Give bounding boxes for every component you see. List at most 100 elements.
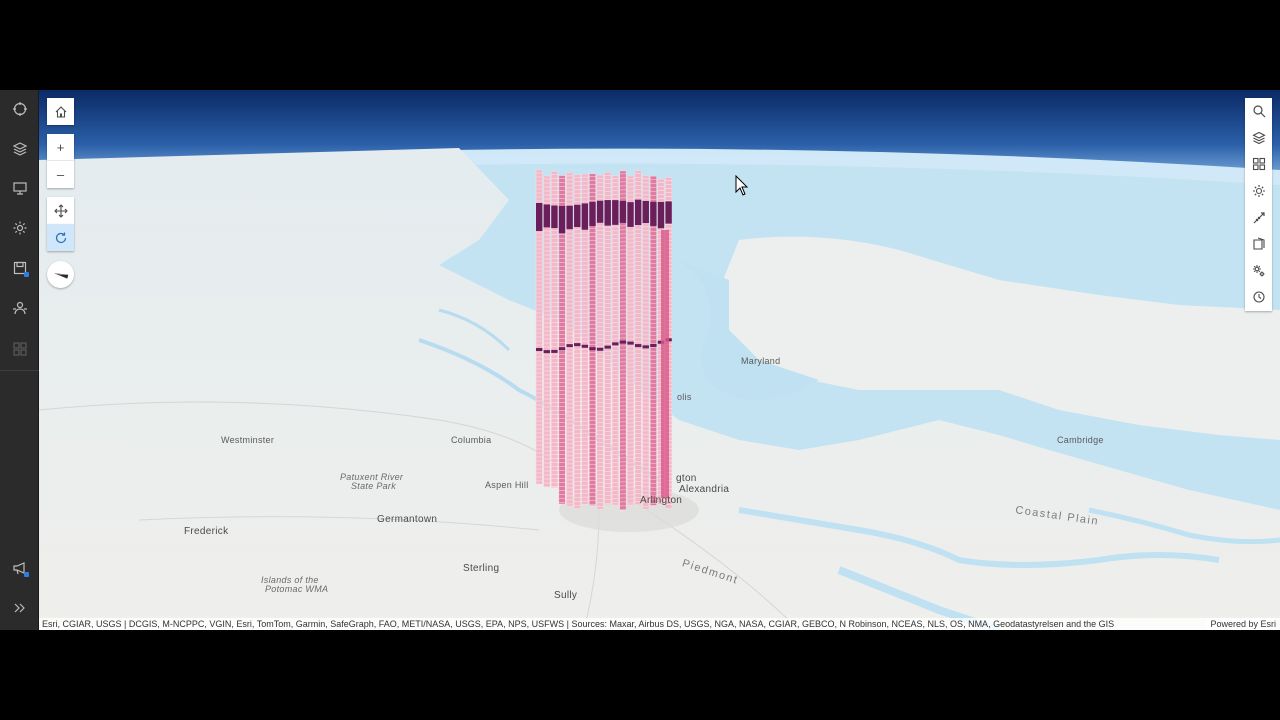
place-label: Cambridge <box>1057 435 1104 445</box>
rotate-button[interactable] <box>47 224 74 251</box>
place-label: Sully <box>554 590 578 601</box>
data-column-dark-band <box>558 205 566 234</box>
powered-by-link[interactable]: Powered by Esri <box>1206 618 1276 630</box>
data-column-accent-band <box>543 350 551 354</box>
data-column-accent-band <box>642 345 649 349</box>
data-column-accent-band <box>566 344 573 348</box>
data-column-accent-band <box>612 342 619 346</box>
compass-icon <box>53 272 68 279</box>
data-column-accent-band <box>551 349 558 353</box>
data-column-dark-band <box>536 203 543 231</box>
home-icon <box>55 105 66 118</box>
zoom-out-button[interactable]: – <box>47 161 74 188</box>
rail-divider <box>0 370 39 371</box>
map-view[interactable]: Arlington Alexandria gton Germantown Fre… <box>39 90 1280 630</box>
right-toolbar <box>1245 98 1272 311</box>
data-column-dark-band <box>581 203 589 230</box>
data-column-dark-band <box>634 199 642 226</box>
data-column-dark-band <box>589 201 596 227</box>
place-label: Aspen Hill <box>485 480 529 490</box>
slice-icon <box>1252 237 1265 250</box>
measure-button[interactable] <box>1245 204 1272 231</box>
place-label: olis <box>677 392 692 402</box>
data-column-dark-band <box>665 201 672 224</box>
pan-button[interactable] <box>47 197 74 224</box>
save-icon[interactable] <box>0 250 39 286</box>
layers-icon <box>1251 131 1266 145</box>
data-column-dark-band <box>642 200 649 224</box>
place-label: Germantown <box>377 514 438 525</box>
search-icon <box>1252 105 1265 118</box>
megaphone-icon[interactable] <box>0 550 39 586</box>
basemap-button[interactable] <box>1245 151 1272 178</box>
scene-viewer-app: Arlington Alexandria gton Germantown Fre… <box>0 90 1280 630</box>
data-column-dark-band <box>543 204 551 228</box>
zoom-control: + – <box>47 134 74 188</box>
grid-icon[interactable] <box>0 331 39 367</box>
place-label: Maryland <box>741 356 781 366</box>
data-column-dark-band <box>604 200 611 226</box>
data-column <box>611 175 619 506</box>
attribution-text: Esri, CGIAR, USGS | DCGIS, M-NCPPC, VGIN… <box>42 619 1115 629</box>
layers-icon[interactable] <box>0 131 39 167</box>
daylight-button[interactable] <box>1245 178 1272 205</box>
place-label: Columbia <box>451 435 492 445</box>
place-label: Sterling <box>463 563 500 574</box>
layers-button[interactable] <box>1245 125 1272 152</box>
data-column <box>642 175 650 510</box>
data-column-accent-band <box>627 341 634 345</box>
mouse-cursor-icon <box>735 175 749 196</box>
share-icon[interactable] <box>0 290 39 326</box>
history-icon <box>1252 291 1265 304</box>
notification-dot <box>24 572 29 577</box>
expand-icon[interactable] <box>0 590 39 626</box>
basemap-icon <box>1252 158 1265 171</box>
data-column-accent-band <box>650 343 657 347</box>
data-column-accent-band <box>634 344 642 348</box>
compass-button[interactable] <box>47 261 74 288</box>
gear-icon[interactable] <box>0 210 39 246</box>
crosshair-icon[interactable] <box>0 91 39 127</box>
data-column-dark-band <box>650 201 657 226</box>
settings-icon <box>1252 264 1264 277</box>
history-button[interactable] <box>1245 284 1272 311</box>
search-button[interactable] <box>1245 98 1272 125</box>
place-label: Frederick <box>184 526 229 537</box>
daylight-icon <box>1252 185 1265 198</box>
data-column-dark-band <box>596 200 604 223</box>
pan-icon <box>53 203 68 218</box>
data-column-dark-band <box>627 202 634 227</box>
presentation-icon[interactable] <box>0 170 39 206</box>
home-button[interactable] <box>47 98 74 125</box>
measure-icon <box>1253 212 1265 224</box>
data-column-accent-band <box>619 340 627 344</box>
map-scene <box>39 90 1280 630</box>
data-column-accent-band <box>596 347 604 351</box>
data-column-dark-band <box>574 204 581 228</box>
data-column-dark-band <box>566 205 573 230</box>
data-column-accent-band <box>558 347 566 351</box>
highlight-column <box>661 230 669 498</box>
save-status-dot <box>24 272 29 277</box>
data-column-accent-band <box>581 344 589 348</box>
data-column-dark-band <box>619 200 627 223</box>
place-label: Potomac WMA <box>265 584 329 594</box>
place-label: Westminster <box>221 435 275 445</box>
rotate-icon <box>55 232 66 243</box>
place-label: gton <box>676 473 697 484</box>
place-label: State Park <box>351 481 397 491</box>
settings-button[interactable] <box>1245 258 1272 285</box>
data-column-accent-band <box>536 348 543 351</box>
slice-button[interactable] <box>1245 231 1272 258</box>
left-sidebar <box>0 90 39 630</box>
data-column-dark-band <box>657 201 665 229</box>
data-column-accent-band <box>574 343 581 347</box>
data-column-dark-band <box>551 205 558 229</box>
data-column-dark-band <box>612 200 619 225</box>
data-column-accent-band <box>604 345 611 349</box>
place-label: Alexandria <box>679 484 730 495</box>
zoom-in-button[interactable]: + <box>47 134 74 161</box>
place-label: Arlington <box>640 495 683 506</box>
attribution-bar: Esri, CGIAR, USGS | DCGIS, M-NCPPC, VGIN… <box>39 618 1280 630</box>
data-column-accent-band <box>589 347 596 351</box>
